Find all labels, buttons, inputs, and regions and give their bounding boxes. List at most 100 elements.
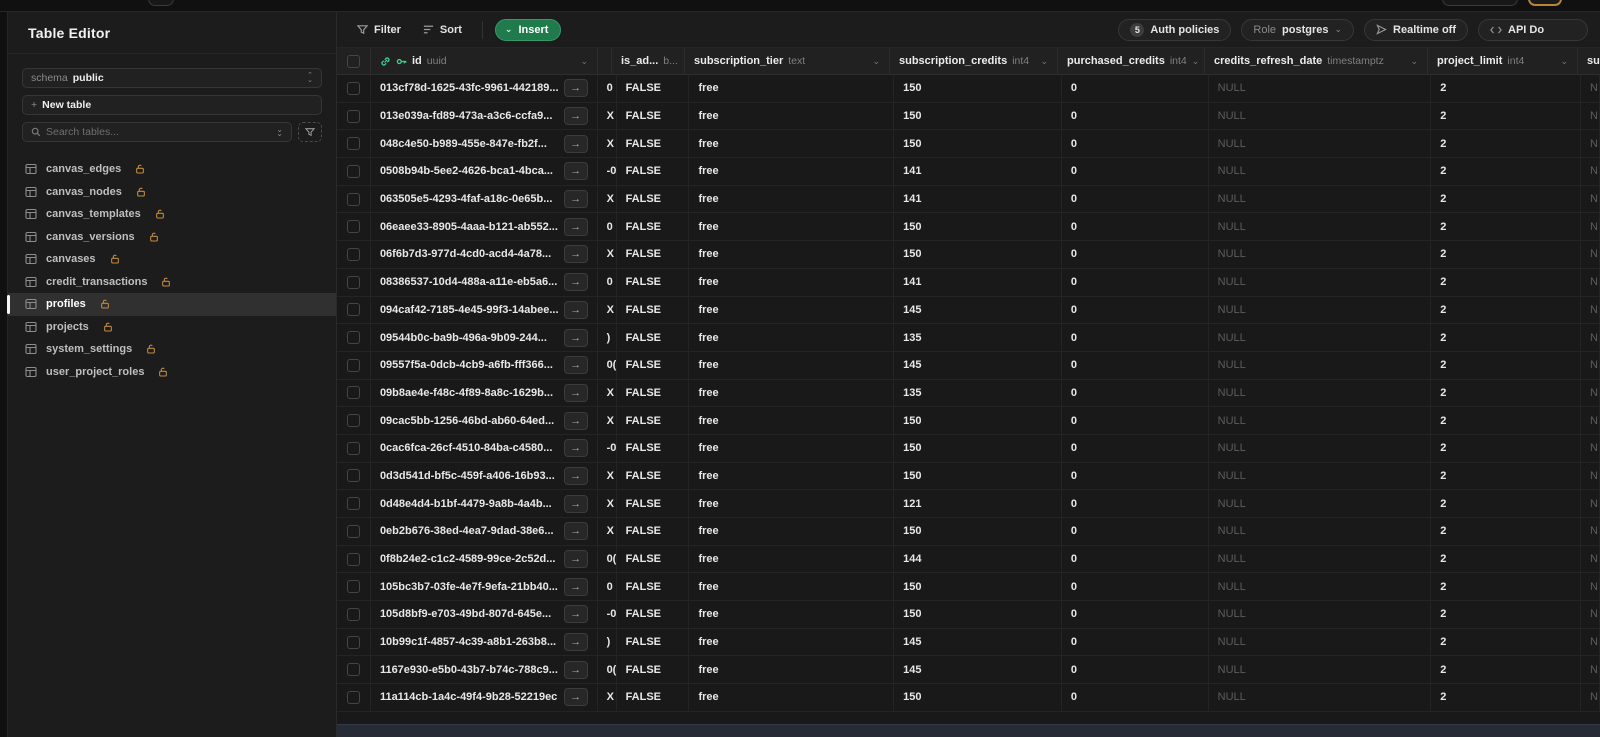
- purchased-credits-cell[interactable]: 0: [1062, 490, 1209, 517]
- project-limit-cell[interactable]: 2: [1431, 628, 1582, 656]
- is-admin-cell[interactable]: FALSE: [617, 545, 690, 573]
- subscription-credits-cell[interactable]: 135: [894, 379, 1062, 407]
- subscription-tier-cell[interactable]: free: [689, 102, 895, 130]
- is-admin-cell[interactable]: FALSE: [617, 407, 690, 434]
- clipped-cell[interactable]: X: [598, 241, 617, 268]
- purchased-credits-cell[interactable]: 0: [1062, 407, 1209, 434]
- credits-refresh-date-cell[interactable]: NULL: [1209, 213, 1432, 241]
- subscription-credits-cell[interactable]: 150: [894, 573, 1062, 601]
- clipped-cell[interactable]: X: [598, 462, 617, 490]
- is-admin-cell[interactable]: FALSE: [617, 379, 690, 407]
- clipped-cell[interactable]: 0: [598, 213, 617, 241]
- clipped-last-cell[interactable]: N: [1581, 490, 1600, 517]
- auth-policies-button[interactable]: 5 Auth policies: [1118, 18, 1232, 41]
- subscription-tier-cell[interactable]: free: [689, 490, 895, 517]
- subscription-tier-cell[interactable]: free: [689, 628, 895, 656]
- subscription-credits-cell[interactable]: 141: [894, 158, 1062, 185]
- role-select-button[interactable]: Role postgres ⌄: [1241, 18, 1355, 41]
- subscription-credits-cell[interactable]: 150: [894, 462, 1062, 490]
- credits-refresh-date-cell[interactable]: NULL: [1209, 545, 1432, 573]
- subscription-credits-cell[interactable]: 141: [894, 268, 1062, 296]
- purchased-credits-cell[interactable]: 0: [1062, 130, 1209, 158]
- clipped-cell[interactable]: 0(: [598, 351, 617, 379]
- chevron-down-icon[interactable]: ⌄: [1040, 56, 1048, 67]
- is-admin-cell[interactable]: FALSE: [617, 268, 690, 296]
- new-table-button[interactable]: + New table: [22, 95, 322, 115]
- purchased-credits-cell[interactable]: 0: [1062, 158, 1209, 185]
- id-cell[interactable]: 08386537-10d4-488a-a11e-eb5a6... →: [371, 268, 598, 296]
- clipped-cell[interactable]: X: [598, 684, 617, 711]
- id-cell[interactable]: 1167e930-e5b0-43b7-b74c-788c9... →: [371, 656, 598, 684]
- clipped-cell[interactable]: X: [598, 296, 617, 324]
- collapse-all-icon[interactable]: ⌄ ⌄: [276, 126, 283, 138]
- clipped-cell[interactable]: ): [598, 628, 617, 656]
- is-admin-cell[interactable]: FALSE: [617, 324, 690, 351]
- credits-refresh-date-cell[interactable]: NULL: [1209, 379, 1432, 407]
- row-checkbox[interactable]: [346, 441, 360, 455]
- project-limit-cell[interactable]: 2: [1431, 379, 1582, 407]
- schema-select[interactable]: schema public ⌃ ⌄: [22, 68, 322, 88]
- project-limit-cell[interactable]: 2: [1431, 102, 1582, 130]
- purchased-credits-cell[interactable]: 0: [1062, 324, 1209, 351]
- subscription-tier-cell[interactable]: free: [689, 684, 895, 711]
- select-all-checkbox[interactable]: [347, 54, 360, 68]
- clipped-last-cell[interactable]: N: [1581, 545, 1600, 573]
- is-admin-cell[interactable]: FALSE: [617, 684, 690, 711]
- chevron-down-icon[interactable]: ⌄: [1410, 56, 1418, 67]
- clipped-last-cell[interactable]: N: [1581, 462, 1600, 490]
- api-docs-button[interactable]: API Do: [1478, 18, 1588, 41]
- is-admin-cell[interactable]: FALSE: [617, 434, 690, 462]
- project-limit-cell[interactable]: 2: [1431, 684, 1582, 711]
- id-cell[interactable]: 105bc3b7-03fe-4e7f-9efa-21bb40... →: [371, 573, 598, 601]
- subscription-credits-cell[interactable]: 145: [894, 656, 1062, 684]
- purchased-credits-cell[interactable]: 0: [1062, 601, 1209, 628]
- expand-row-button[interactable]: →: [563, 577, 588, 596]
- id-cell[interactable]: 0d3d541d-bf5c-459f-a406-16b93... →: [371, 462, 598, 490]
- clipped-cell[interactable]: X: [598, 102, 617, 130]
- id-cell[interactable]: 063505e5-4293-4faf-a18c-0e65b... →: [371, 185, 598, 213]
- credits-refresh-date-cell[interactable]: NULL: [1209, 518, 1432, 545]
- clipped-cell[interactable]: X: [598, 379, 617, 407]
- row-checkbox[interactable]: [346, 247, 360, 261]
- subscription-tier-cell[interactable]: free: [689, 407, 895, 434]
- column-header-subscription-credits[interactable]: subscription_credits int4 ⌄: [890, 48, 1058, 74]
- is-admin-cell[interactable]: FALSE: [617, 213, 690, 241]
- is-admin-cell[interactable]: FALSE: [617, 518, 690, 545]
- is-admin-cell[interactable]: FALSE: [617, 185, 690, 213]
- expand-row-button[interactable]: →: [563, 466, 588, 485]
- subscription-tier-cell[interactable]: free: [689, 296, 895, 324]
- project-limit-cell[interactable]: 2: [1431, 75, 1582, 102]
- credits-refresh-date-cell[interactable]: NULL: [1209, 324, 1432, 351]
- is-admin-cell[interactable]: FALSE: [617, 351, 690, 379]
- clipped-last-cell[interactable]: N: [1581, 268, 1600, 296]
- column-header-project-limit[interactable]: project_limit int4 ⌄: [1428, 48, 1578, 74]
- is-admin-cell[interactable]: FALSE: [617, 241, 690, 268]
- purchased-credits-cell[interactable]: 0: [1062, 213, 1209, 241]
- purchased-credits-cell[interactable]: 0: [1062, 628, 1209, 656]
- expand-row-button[interactable]: →: [563, 162, 588, 181]
- subscription-credits-cell[interactable]: 144: [894, 545, 1062, 573]
- project-limit-cell[interactable]: 2: [1431, 130, 1582, 158]
- clipped-last-cell[interactable]: N: [1581, 379, 1600, 407]
- credits-refresh-date-cell[interactable]: NULL: [1209, 241, 1432, 268]
- clipped-last-cell[interactable]: N: [1581, 324, 1600, 351]
- expand-row-button[interactable]: →: [563, 245, 588, 264]
- row-checkbox[interactable]: [346, 137, 360, 151]
- column-header-purchased-credits[interactable]: purchased_credits int4 ⌄: [1058, 48, 1205, 74]
- purchased-credits-cell[interactable]: 0: [1062, 656, 1209, 684]
- project-limit-cell[interactable]: 2: [1431, 185, 1582, 213]
- clipped-last-cell[interactable]: N: [1581, 75, 1600, 102]
- clipped-last-cell[interactable]: N: [1581, 601, 1600, 628]
- expand-row-button[interactable]: →: [563, 688, 588, 707]
- row-checkbox[interactable]: [346, 220, 360, 234]
- credits-refresh-date-cell[interactable]: NULL: [1209, 351, 1432, 379]
- row-checkbox[interactable]: [346, 275, 360, 289]
- expand-row-button[interactable]: →: [563, 494, 588, 513]
- clipped-last-cell[interactable]: N: [1581, 130, 1600, 158]
- sidebar-item-canvases[interactable]: canvases: [8, 248, 336, 271]
- subscription-credits-cell[interactable]: 150: [894, 407, 1062, 434]
- is-admin-cell[interactable]: FALSE: [617, 130, 690, 158]
- project-limit-cell[interactable]: 2: [1431, 351, 1582, 379]
- subscription-tier-cell[interactable]: free: [689, 324, 895, 351]
- subscription-credits-cell[interactable]: 145: [894, 628, 1062, 656]
